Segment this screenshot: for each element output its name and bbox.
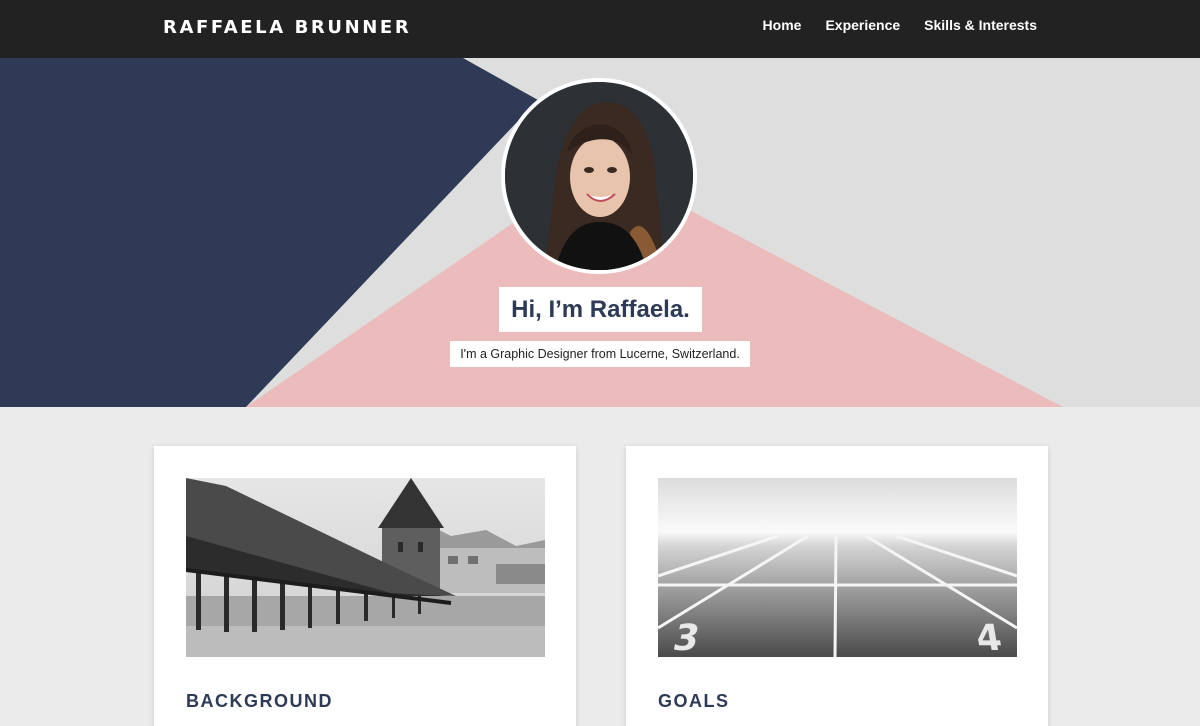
background-card-image [186,478,545,657]
nav-experience-link[interactable]: Experience [825,17,900,33]
top-navbar: RAFFAELA BRUNNER Home Experience Skills … [0,0,1200,58]
background-card: BACKGROUND [154,446,576,726]
profile-avatar [501,78,697,274]
goals-card: 3 4 GOALS [626,446,1048,726]
background-card-title: BACKGROUND [186,691,333,711]
nav-skills-interests-link[interactable]: Skills & Interests [924,17,1037,33]
hero-tagline: I'm a Graphic Designer from Lucerne, Swi… [450,341,750,367]
nav-home-link[interactable]: Home [763,17,802,33]
main-nav: Home Experience Skills & Interests [763,17,1037,33]
hero-greeting: Hi, I’m Raffaela. [499,287,702,332]
profile-photo [505,82,693,270]
goals-card-image: 3 4 [658,478,1017,657]
goals-card-title: GOALS [658,691,730,711]
site-brand[interactable]: RAFFAELA BRUNNER [163,17,411,38]
